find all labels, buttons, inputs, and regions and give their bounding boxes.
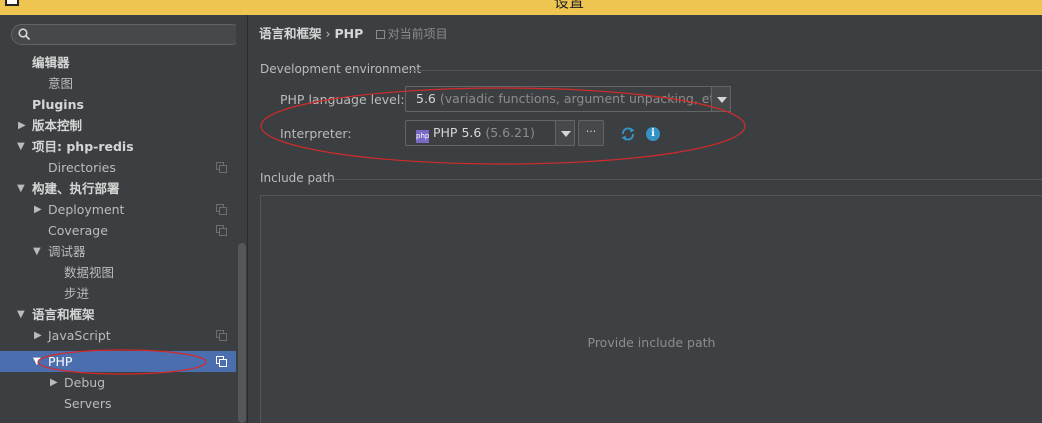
window-title: 设置 [554, 0, 585, 11]
php-language-level-value: 5.6 [416, 91, 436, 106]
expand-arrow-icon[interactable]: ▶ [34, 325, 42, 346]
collapse-arrow-icon[interactable]: ▼ [33, 351, 41, 372]
sidebar-item-data-views[interactable]: 数据视图 [0, 262, 236, 283]
sidebar-item-label: 项目: php-redis [32, 139, 134, 154]
configure-interpreter-button[interactable]: ··· [578, 120, 604, 146]
section-divider [334, 179, 1042, 180]
breadcrumb: 语言和框架 › PHP 对当前项目 [259, 26, 448, 42]
collapse-arrow-icon[interactable]: ▼ [17, 304, 25, 325]
sidebar-item-label: 构建、执行部署 [32, 181, 120, 196]
scope-indicator: 对当前项目 [375, 27, 448, 41]
interpreter-label: Interpreter: [280, 126, 352, 141]
sidebar-item-languages-frameworks[interactable]: ▼ 语言和框架 [0, 304, 236, 325]
sidebar-item-label: 调试器 [48, 244, 86, 259]
breadcrumb-current: PHP [334, 26, 364, 41]
section-title-include-path: Include path [260, 171, 335, 185]
sidebar-item-debug[interactable]: ▶ Debug [0, 372, 236, 393]
expand-arrow-icon[interactable]: ▶ [18, 115, 26, 136]
sidebar-item-label: Servers [64, 396, 112, 411]
scope-label: 对当前项目 [387, 27, 448, 41]
chevron-down-icon[interactable] [711, 86, 731, 112]
sidebar-item-debugger[interactable]: ▼ 调试器 [0, 241, 236, 262]
collapse-arrow-icon[interactable]: ▼ [17, 136, 25, 157]
sidebar-item-label: 编辑器 [32, 55, 70, 70]
settings-content: 语言和框架 › PHP 对当前项目 Development environment … [249, 15, 1042, 423]
sidebar-item-label: 数据视图 [64, 265, 115, 280]
project-scope-icon [375, 30, 385, 39]
sidebar-item-version-control[interactable]: ▶ 版本控制 [0, 115, 236, 136]
sidebar-item-label: Debug [64, 375, 106, 390]
sidebar-item-php[interactable]: ▼ PHP [0, 351, 236, 372]
php-interpreter-icon: php [416, 130, 429, 143]
php-language-level-combo[interactable]: 5.6 (variadic functions, argument unpack… [405, 86, 731, 112]
sidebar-item-label: 语言和框架 [32, 307, 95, 322]
refresh-icon[interactable] [620, 126, 636, 142]
project-scope-icon [216, 204, 227, 215]
include-path-list[interactable]: Provide include path [260, 195, 1042, 423]
app-icon [5, 0, 19, 6]
sidebar-item-label: PHP [48, 354, 73, 369]
interpreter-value: PHP 5.6 [433, 125, 482, 140]
settings-sidebar: 编辑器 意图 Plugins ▶ 版本控制 ▼ 项目: php-redis Di… [0, 15, 248, 423]
include-path-empty-text: Provide include path [587, 335, 716, 350]
interpreter-combo[interactable]: php PHP 5.6 (5.6.21) [405, 120, 575, 146]
sidebar-item-stepping[interactable]: 步进 [0, 283, 236, 304]
sidebar-item-label: 版本控制 [32, 118, 83, 133]
search-icon [18, 28, 31, 41]
sidebar-item-servers[interactable]: Servers [0, 393, 236, 414]
project-scope-icon [216, 225, 227, 236]
window-title-bar: 设置 [0, 0, 1042, 15]
sidebar-item-label: 步进 [64, 286, 90, 301]
sidebar-item-label: Directories [48, 160, 116, 175]
php-language-level-hint: (variadic functions, argument unpacking,… [439, 91, 731, 106]
project-scope-icon [216, 162, 227, 173]
sidebar-item-label: Plugins [32, 97, 84, 112]
collapse-arrow-icon[interactable]: ▼ [17, 178, 25, 199]
sidebar-item-coverage[interactable]: Coverage [0, 220, 236, 241]
section-divider [409, 70, 1042, 71]
php-language-level-label: PHP language level: [280, 92, 405, 107]
sidebar-item-editor[interactable]: 编辑器 [0, 52, 236, 73]
sidebar-item-label: 意图 [48, 76, 74, 91]
sidebar-item-javascript[interactable]: ▶ JavaScript [0, 325, 236, 346]
info-icon[interactable]: i [646, 127, 660, 141]
sidebar-item-build-execution-deployment[interactable]: ▼ 构建、执行部署 [0, 178, 236, 199]
project-scope-icon [216, 356, 227, 367]
sidebar-item-intentions[interactable]: 意图 [0, 73, 236, 94]
interpreter-version: (5.6.21) [485, 125, 535, 140]
expand-arrow-icon[interactable]: ▶ [34, 199, 42, 220]
breadcrumb-parent[interactable]: 语言和框架 [259, 26, 322, 41]
chevron-down-icon[interactable] [555, 120, 575, 146]
sidebar-item-deployment[interactable]: ▶ Deployment [0, 199, 236, 220]
sidebar-item-label: JavaScript [48, 328, 111, 343]
sidebar-item-directories[interactable]: Directories [0, 157, 236, 178]
search-input[interactable] [11, 24, 242, 45]
collapse-arrow-icon[interactable]: ▼ [33, 241, 41, 262]
section-title-development-environment: Development environment [260, 62, 422, 76]
sidebar-scrollbar-thumb[interactable] [238, 243, 246, 423]
sidebar-item-plugins[interactable]: Plugins [0, 94, 236, 115]
expand-arrow-icon[interactable]: ▶ [50, 372, 58, 393]
project-scope-icon [216, 330, 227, 341]
sidebar-item-label: Deployment [48, 202, 125, 217]
sidebar-item-label: Coverage [48, 223, 108, 238]
breadcrumb-separator: › [325, 26, 331, 41]
sidebar-item-project[interactable]: ▼ 项目: php-redis [0, 136, 236, 157]
